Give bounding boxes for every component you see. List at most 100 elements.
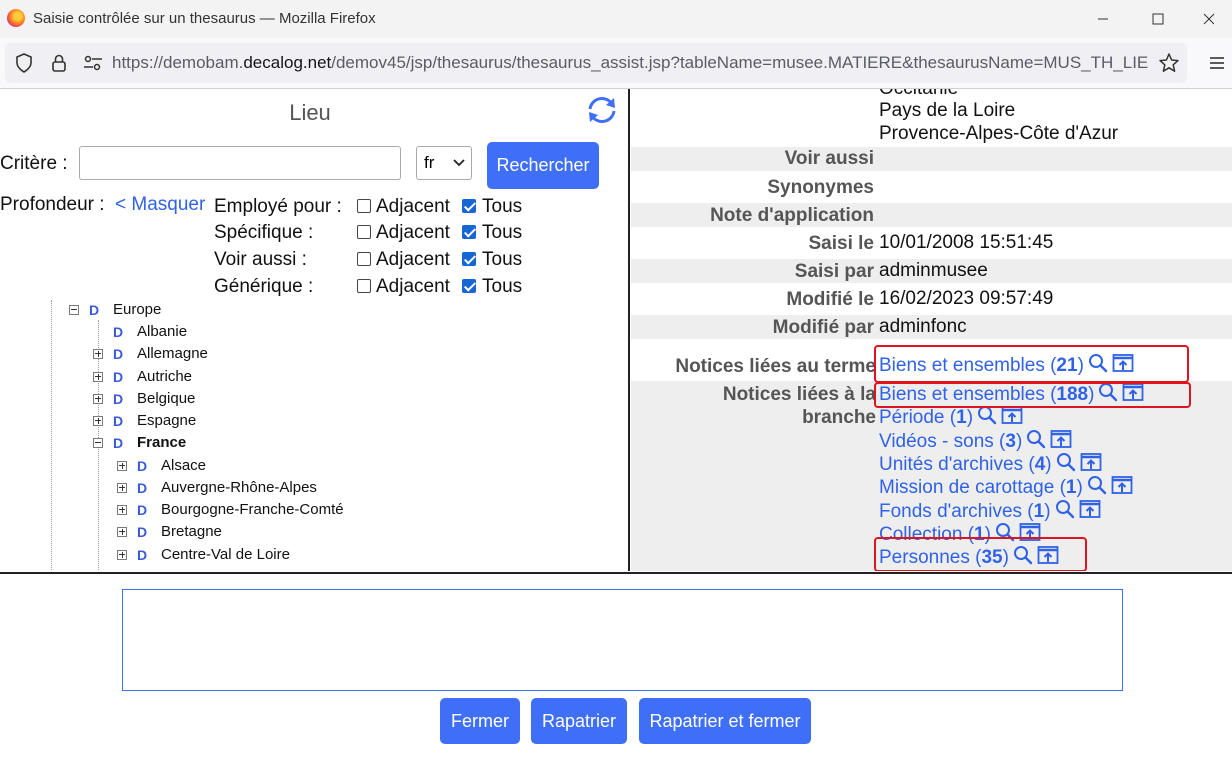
pays-de-la-loire-link[interactable]: Pays de la Loire (879, 100, 1015, 122)
critere-input[interactable] (79, 146, 401, 180)
collapse-toggle-icon[interactable] (69, 304, 79, 315)
collapse-toggle-icon[interactable] (93, 437, 103, 448)
minimize-button[interactable] (1080, 4, 1126, 34)
saisi-par-value: adminmusee (879, 260, 988, 281)
modifie-le-row: Modifié le 16/02/2023 09:57:49 (631, 287, 1232, 311)
search-button[interactable]: Rechercher (487, 142, 599, 189)
voir-aussi-label: Voir aussi : (214, 249, 307, 270)
tree-item-albanie[interactable]: D Albanie (113, 323, 187, 340)
language-value: fr (424, 153, 435, 172)
search-icon[interactable] (1056, 452, 1076, 478)
search-icon[interactable] (977, 405, 997, 431)
search-icon[interactable] (1087, 475, 1107, 501)
rapatrier-et-fermer-button[interactable]: Rapatrier et fermer (639, 698, 811, 744)
generique-label: Générique : (214, 276, 314, 297)
open-window-icon[interactable] (1111, 475, 1133, 501)
tree-item-espagne[interactable]: D Espagne (93, 412, 196, 429)
chevron-down-icon (453, 159, 465, 167)
lock-icon[interactable] (48, 52, 70, 74)
expand-toggle-icon[interactable] (93, 393, 103, 404)
descriptor-icon: D (113, 412, 124, 429)
rapatrier-button[interactable]: Rapatrier (531, 698, 627, 744)
maximize-icon (1152, 13, 1164, 25)
tree-item-auvergne[interactable]: D Auvergne-Rhône-Alpes (117, 479, 317, 496)
generique-adjacent-checkbox[interactable] (357, 279, 371, 293)
voir-aussi-adjacent-label: Adjacent (376, 249, 450, 270)
expand-toggle-icon[interactable] (93, 415, 103, 426)
critere-label: Critère : (0, 153, 68, 174)
descriptor-icon: D (89, 301, 100, 318)
modifie-le-label: Modifié le (786, 289, 874, 310)
open-window-icon[interactable] (1080, 452, 1102, 478)
generique-tous-checkbox[interactable] (462, 279, 476, 293)
expand-toggle-icon[interactable] (93, 348, 103, 359)
selection-textarea[interactable] (122, 589, 1123, 691)
tree-item-bourgogne[interactable]: D Bourgogne-Franche-Comté (117, 501, 344, 518)
specifique-adjacent-checkbox[interactable] (357, 225, 371, 239)
tree-label: Belgique (137, 390, 196, 407)
search-icon[interactable] (1026, 429, 1046, 455)
paca-link[interactable]: Provence-Alpes-Côte d'Azur (879, 123, 1118, 145)
notice-count: 3 (1005, 430, 1016, 452)
saisi-le-row: Saisi le 10/01/2008 15:51:45 (631, 231, 1232, 255)
url-text[interactable]: https://demobam.decalog.net/demov45/jsp/… (112, 53, 1148, 73)
expand-toggle-icon[interactable] (117, 526, 127, 537)
permissions-icon[interactable] (82, 52, 104, 74)
tree-guide-line (51, 300, 52, 570)
maximize-button[interactable] (1135, 4, 1181, 34)
modifie-par-label: Modifié par (772, 317, 874, 338)
note-application-row: Note d'application (631, 203, 1232, 227)
tree-item-bretagne[interactable]: D Bretagne (117, 523, 222, 540)
generique-adjacent-label: Adjacent (376, 276, 450, 297)
open-window-icon[interactable] (1050, 429, 1072, 455)
voir-aussi-tous-label: Tous (482, 249, 523, 270)
notice-link[interactable]: Fonds d'archives (1) (879, 499, 1101, 525)
tree-item-centre[interactable]: D Centre-Val de Loire (117, 546, 290, 563)
synonymes-field-label: Synonymes (767, 177, 874, 198)
descriptor-icon: D (137, 457, 148, 474)
notice-link-label: Période ( (879, 407, 957, 429)
detail-pane: Occitanie Pays de la Loire Provence-Alpe… (631, 89, 1232, 571)
employe-pour-tous-checkbox[interactable] (462, 199, 476, 213)
bookmark-star-icon[interactable] (1157, 51, 1181, 75)
expand-toggle-icon[interactable] (117, 549, 127, 560)
shield-icon[interactable] (13, 52, 35, 74)
notice-link[interactable]: Période (1) (879, 405, 1023, 431)
notice-link[interactable]: Vidéos - sons (3) (879, 429, 1072, 455)
notice-link-close: ) (1015, 430, 1023, 452)
tree-label: Albanie (137, 323, 188, 340)
employe-pour-tous-label: Tous (482, 196, 523, 217)
tree-item-alsace[interactable]: D Alsace (117, 457, 206, 474)
tree-item-autriche[interactable]: D Autriche (93, 368, 192, 385)
search-icon[interactable] (1055, 499, 1075, 525)
notice-link[interactable]: Unités d'archives (4) (879, 452, 1102, 478)
fermer-button[interactable]: Fermer (440, 698, 520, 744)
voir-aussi-tous-checkbox[interactable] (462, 252, 476, 266)
expand-toggle-icon[interactable] (117, 482, 127, 493)
open-window-icon[interactable] (1079, 499, 1101, 525)
voir-aussi-adjacent-checkbox[interactable] (357, 252, 371, 266)
expand-toggle-icon[interactable] (117, 504, 127, 515)
occitanie-link[interactable]: Occitanie (879, 89, 958, 100)
descriptor-icon: D (113, 323, 124, 340)
tree-item-belgique[interactable]: D Belgique (93, 390, 195, 407)
employe-pour-adjacent-checkbox[interactable] (357, 199, 371, 213)
masquer-link[interactable]: < Masquer (115, 194, 205, 216)
voir-aussi-field-label: Voir aussi (784, 148, 874, 169)
refresh-icon[interactable] (585, 95, 619, 125)
tree-item-france[interactable]: D France (93, 434, 186, 451)
notice-link-close: ) (1044, 500, 1051, 522)
voir-aussi-row: Voir aussi (631, 147, 1232, 171)
tree-item-allemagne[interactable]: D Allemagne (93, 345, 208, 362)
open-window-icon[interactable] (1001, 405, 1023, 431)
hamburger-menu-icon[interactable] (1205, 51, 1229, 75)
close-window-button[interactable] (1186, 4, 1232, 34)
specifique-tous-checkbox[interactable] (462, 225, 476, 239)
saisi-par-row: Saisi par adminmusee (631, 259, 1232, 283)
notice-link[interactable]: Mission de carottage (1) (879, 475, 1133, 501)
expand-toggle-icon[interactable] (117, 460, 127, 471)
language-select[interactable]: fr (416, 146, 472, 180)
tree-item-europe[interactable]: D Europe (69, 301, 161, 318)
expand-toggle-icon[interactable] (93, 371, 103, 382)
url-path: /demov45/jsp/thesaurus/thesaurus_assist.… (331, 53, 1148, 72)
